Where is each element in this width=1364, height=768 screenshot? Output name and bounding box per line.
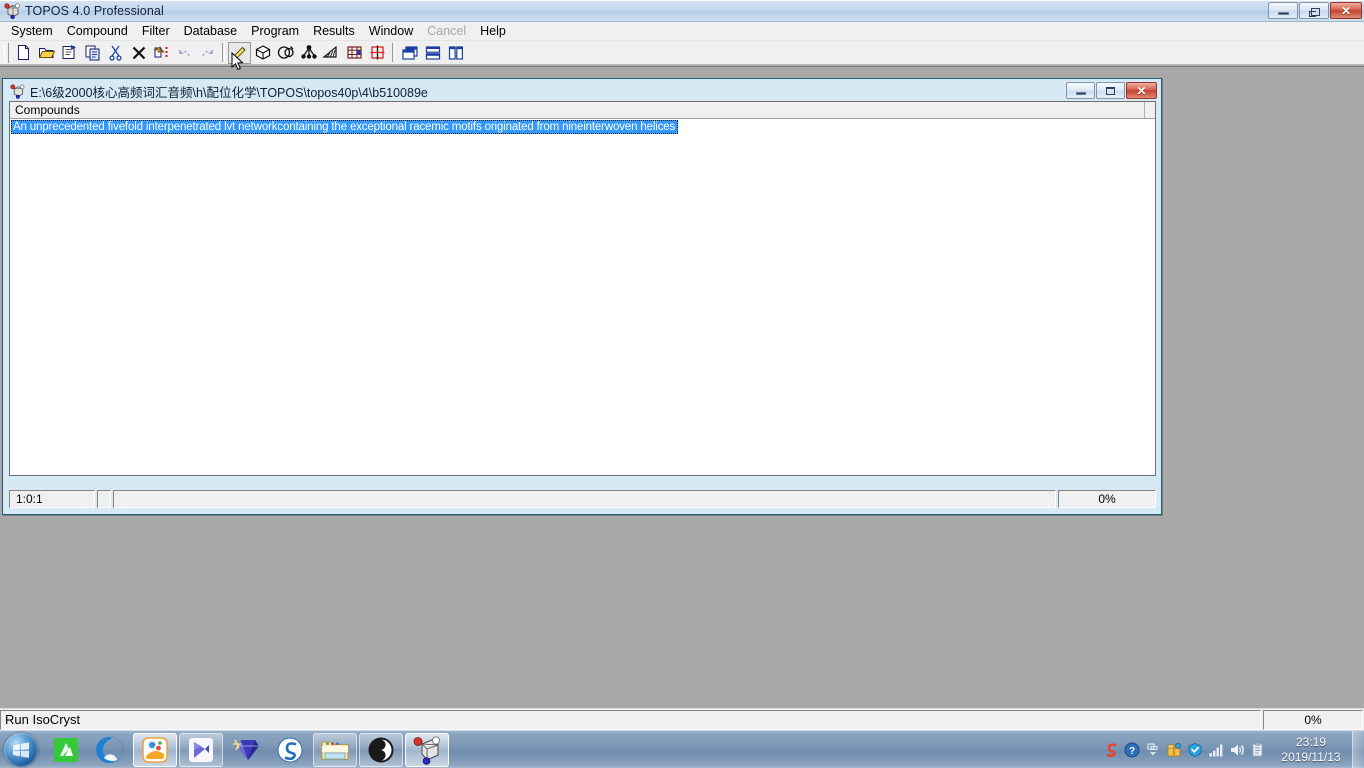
ada-icon[interactable] (320, 42, 343, 64)
menu-bar: System Compound Filter Database Program … (0, 22, 1364, 41)
menu-window[interactable]: Window (362, 23, 420, 40)
child-maximize-button[interactable] (1096, 82, 1125, 99)
restore-icon (1308, 7, 1320, 17)
child-minimize-icon (1075, 91, 1086, 95)
taskbar: ? 23:19 2019/11/13 (0, 730, 1364, 768)
menu-system[interactable]: System (4, 23, 60, 40)
window-controls: ✕ (1268, 2, 1362, 19)
restore-button[interactable] (1299, 2, 1329, 19)
system-tray: ? 23:19 2019/11/13 (1103, 731, 1364, 768)
tile-vertical-icon[interactable] (444, 42, 467, 64)
taskbar-item-obs[interactable] (359, 732, 403, 767)
mdi-client-area: E:\6级2000核心高频词汇音频\h\配位化学\TOPOS\topos40p\… (0, 66, 1364, 730)
menu-cancel: Cancel (427, 23, 467, 38)
open-folder-icon[interactable] (35, 42, 58, 64)
child-status-flag (97, 490, 111, 508)
status-progress: 0% (1263, 709, 1363, 730)
taskbar-items (44, 732, 450, 768)
show-desktop-button[interactable] (1352, 731, 1364, 768)
sogou-tray-icon[interactable] (1103, 742, 1119, 758)
minimize-icon (1277, 11, 1289, 15)
security-shield-tray-icon[interactable] (1187, 742, 1203, 758)
child-window-titlebar[interactable]: E:\6级2000核心高频词汇音频\h\配位化学\TOPOS\topos40p\… (6, 82, 1158, 101)
column-header-compounds[interactable]: Compounds (10, 102, 1145, 118)
package-tray-icon[interactable] (1166, 742, 1182, 758)
windows-flag-icon (13, 741, 29, 758)
child-window-title: E:\6级2000核心高频词汇音频\h\配位化学\TOPOS\topos40p\… (30, 86, 428, 100)
isocryst-icon[interactable] (343, 42, 366, 64)
undo-icon (173, 42, 196, 64)
polyhedron-icon[interactable] (251, 42, 274, 64)
toolbar-separator-1 (222, 43, 225, 62)
toolbar-grip[interactable] (4, 42, 9, 63)
taskbar-item-diamond[interactable] (224, 733, 268, 767)
start-button[interactable] (4, 732, 38, 767)
clock-date: 2019/11/13 (1281, 750, 1341, 764)
child-close-button[interactable]: ✕ (1126, 82, 1157, 99)
help-tray-icon[interactable]: ? (1124, 742, 1140, 758)
taskbar-item-foxmail[interactable] (179, 732, 223, 767)
child-maximize-icon (1106, 86, 1115, 95)
tray-icon-group: ? (1103, 742, 1272, 758)
child-minimize-button[interactable] (1066, 82, 1095, 99)
taskbar-item-greenshot[interactable] (44, 733, 88, 767)
compounds-list-body[interactable]: An unprecedented fivefold interpenetrate… (10, 119, 1155, 475)
child-status-progress: 0% (1058, 490, 1156, 508)
pencil-adjacency-icon[interactable] (228, 41, 251, 64)
child-close-icon: ✕ (1136, 83, 1147, 98)
volume-speaker-icon[interactable] (1229, 742, 1245, 758)
topos-logo-icon (4, 3, 20, 20)
cascade-windows-icon[interactable] (398, 42, 421, 64)
network-signal-icon[interactable] (1208, 742, 1224, 758)
menu-compound[interactable]: Compound (60, 23, 135, 40)
menu-help[interactable]: Help (473, 23, 513, 40)
paste-icon[interactable] (150, 42, 173, 64)
clock-time: 23:19 (1295, 735, 1327, 749)
window-titlebar[interactable]: TOPOS 4.0 Professional ✕ (0, 1, 1364, 22)
menu-filter[interactable]: Filter (135, 23, 177, 40)
compound-child-window: E:\6级2000核心高频词汇音频\h\配位化学\TOPOS\topos40p\… (2, 78, 1162, 515)
hsite-icon[interactable] (366, 42, 389, 64)
taskbar-item-kingsoft[interactable] (133, 732, 177, 767)
taskbar-item-browser[interactable] (88, 733, 132, 767)
window-title: TOPOS 4.0 Professional (25, 4, 164, 18)
new-file-icon[interactable] (12, 42, 35, 64)
minimize-button[interactable] (1268, 2, 1298, 19)
toolbar-separator-2 (392, 43, 395, 62)
topos-document-icon (10, 84, 25, 99)
copy-icon[interactable] (81, 42, 104, 64)
child-status-bar: 1:0:1 0% (9, 489, 1156, 509)
menu-program[interactable]: Program (244, 23, 306, 40)
main-window: TOPOS 4.0 Professional ✕ System Compound… (0, 0, 1364, 730)
list-item[interactable]: An unprecedented fivefold interpenetrate… (11, 120, 679, 134)
child-window-controls: ✕ (1066, 82, 1157, 99)
net-topology-icon[interactable] (297, 42, 320, 64)
properties-icon[interactable] (58, 42, 81, 64)
dirichlet-icon[interactable] (274, 42, 297, 64)
status-message: Run IsoCryst (0, 709, 1261, 730)
cut-scissors-icon[interactable] (104, 42, 127, 64)
close-button[interactable]: ✕ (1330, 2, 1362, 19)
child-status-coords: 1:0:1 (9, 490, 95, 508)
tile-horizontal-icon[interactable] (421, 42, 444, 64)
main-status-bar: Run IsoCryst 0% (0, 708, 1364, 730)
taskbar-item-explorer[interactable] (313, 732, 357, 767)
compounds-list-panel: Compounds An unprecedented fivefold inte… (9, 101, 1156, 476)
taskbar-clock[interactable]: 23:19 2019/11/13 (1272, 735, 1352, 765)
taskbar-item-topos[interactable] (405, 732, 449, 767)
delete-x-icon[interactable] (127, 42, 150, 64)
svg-text:?: ? (1129, 746, 1135, 757)
toolbar (0, 41, 1364, 65)
clipboard-tray-icon[interactable] (1250, 742, 1266, 758)
close-icon: ✕ (1340, 3, 1352, 18)
menu-results[interactable]: Results (306, 23, 362, 40)
show-hidden-icons-icon[interactable] (1145, 742, 1161, 758)
redo-icon (196, 42, 219, 64)
taskbar-item-sogou-input[interactable] (268, 733, 312, 767)
compounds-list-header: Compounds (10, 102, 1155, 119)
menu-database[interactable]: Database (177, 23, 245, 40)
child-client-area: Compounds An unprecedented fivefold inte… (9, 101, 1156, 509)
screen: TOPOS 4.0 Professional ✕ System Compound… (0, 0, 1364, 768)
child-status-message (113, 490, 1056, 508)
